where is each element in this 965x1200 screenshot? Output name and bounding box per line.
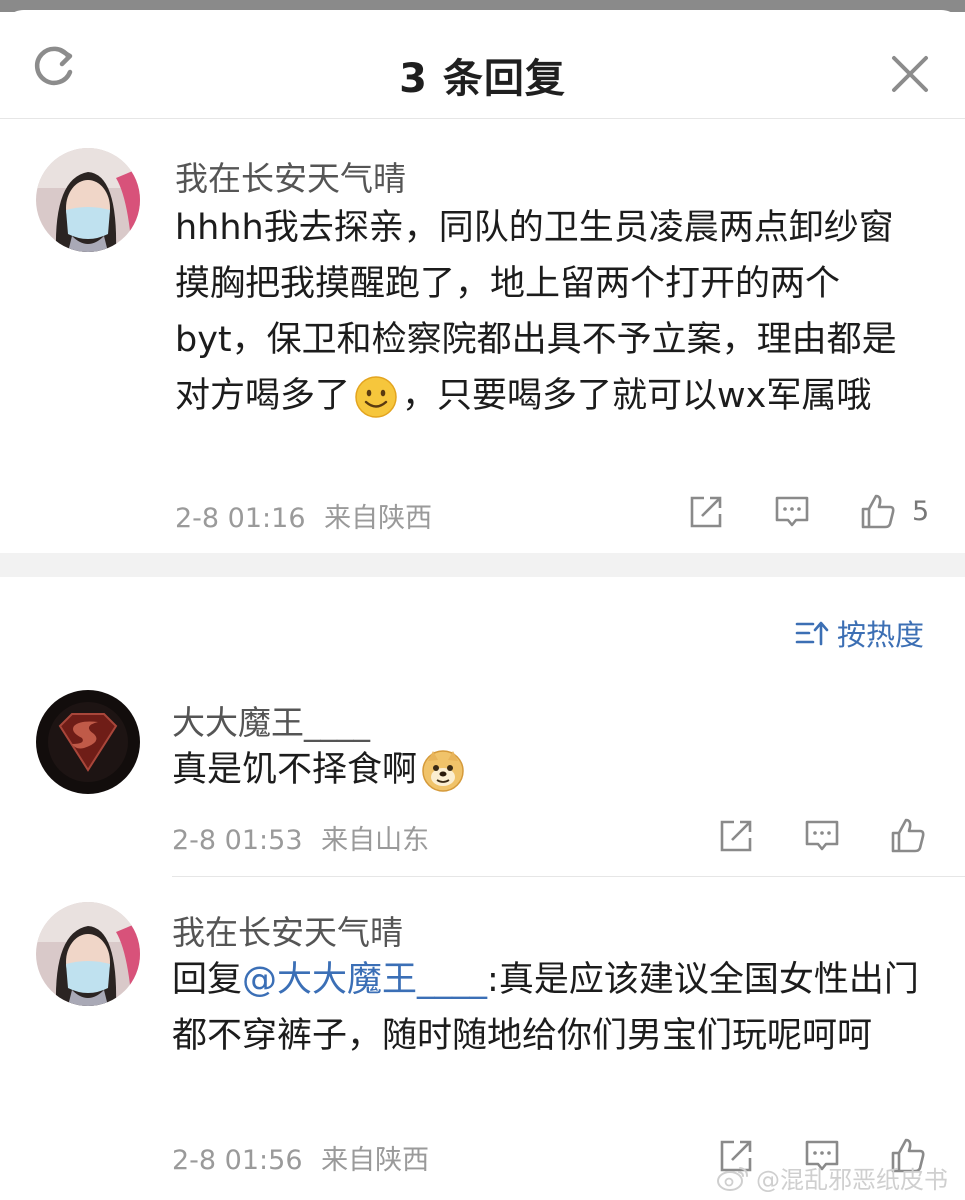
sheet-header: 3 条回复	[0, 10, 965, 119]
comment-icon[interactable]	[802, 816, 842, 856]
reply-text: 真是饥不择食啊	[172, 742, 932, 798]
page-title: 3 条回复	[399, 56, 566, 102]
comment-text: hhhh我去探亲，同队的卫生员凌晨两点卸纱窗摸胸把我摸醒跑了，地上留两个打开的两…	[175, 200, 920, 424]
sort-button[interactable]: 按热度	[795, 612, 924, 654]
comment-time: 2-8 01:16	[175, 503, 306, 534]
reply-meta: 2-8 01:56 来自陕西	[172, 1138, 429, 1177]
doge-emoji	[422, 750, 464, 792]
share-icon[interactable]	[716, 816, 756, 856]
smile-emoji	[355, 376, 397, 418]
reply-username[interactable]: 我在长安天气晴	[172, 906, 403, 954]
comment-text-part-2: ，只要喝多了就可以wx军属哦	[402, 376, 872, 416]
reply-text-body: 真是饥不择食啊	[172, 750, 418, 790]
reply-location: 来自山东	[321, 825, 430, 856]
like-count: 5	[912, 496, 930, 527]
watermark-text: @混乱邪恶纸皮书	[756, 1166, 948, 1194]
sort-label: 按热度	[837, 618, 925, 652]
avatar[interactable]	[36, 690, 140, 794]
reply-prefix: 回复	[172, 960, 243, 1000]
comment-username[interactable]: 我在长安天气晴	[175, 152, 406, 200]
mention-link[interactable]: @大大魔王____	[242, 960, 487, 1000]
watermark: @混乱邪恶纸皮书	[716, 1160, 948, 1195]
reply-location: 来自陕西	[321, 1145, 430, 1176]
avatar[interactable]	[36, 902, 140, 1006]
reply-meta: 2-8 01:53 来自山东	[172, 818, 429, 857]
comment-icon[interactable]	[772, 492, 812, 532]
comment-meta: 2-8 01:16 来自陕西	[175, 496, 432, 535]
reply-time: 2-8 01:53	[172, 825, 303, 856]
close-icon[interactable]	[888, 52, 932, 96]
section-divider	[0, 553, 965, 577]
reply-time: 2-8 01:56	[172, 1145, 303, 1176]
reply-username[interactable]: 大大魔王____	[172, 696, 370, 744]
like-icon[interactable]	[858, 492, 898, 532]
comment-location: 来自陕西	[324, 503, 433, 534]
weibo-logo-icon	[717, 1166, 748, 1191]
reply-divider	[172, 876, 965, 877]
sort-icon	[795, 621, 829, 646]
avatar[interactable]	[36, 148, 140, 252]
share-icon[interactable]	[686, 492, 726, 532]
reply-text: 回复@大大魔王____:真是应该建议全国女性出门都不穿裤子，随时随地给你们男宝们…	[172, 952, 932, 1064]
like-icon[interactable]	[888, 816, 928, 856]
